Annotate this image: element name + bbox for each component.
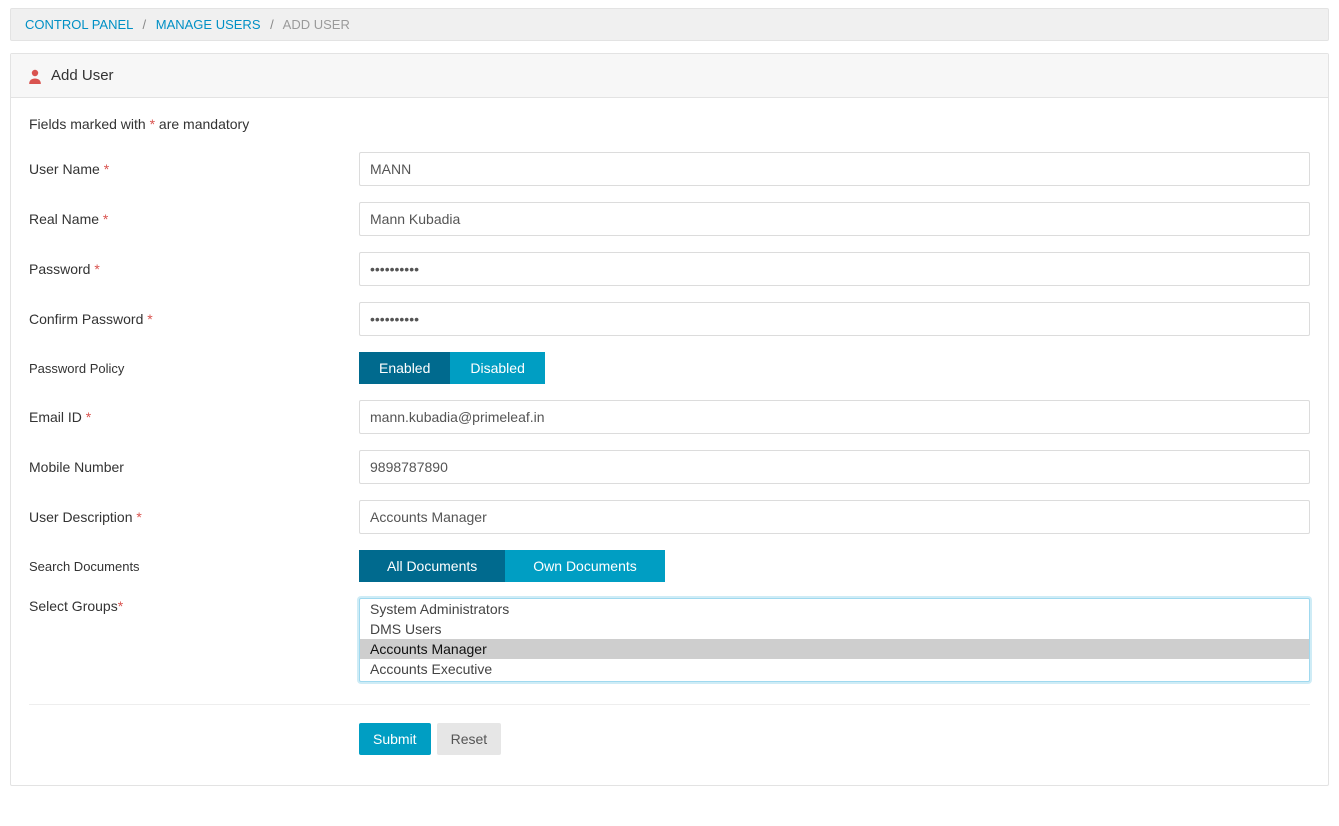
search-documents-toggle: All Documents Own Documents: [359, 550, 665, 582]
breadcrumb: CONTROL PANEL / MANAGE USERS / ADD USER: [10, 8, 1329, 41]
breadcrumb-sep: /: [137, 17, 153, 32]
group-option-dms-users[interactable]: DMS Users: [360, 619, 1309, 639]
label-search-documents: Search Documents: [29, 559, 359, 574]
label-user-name: User Name *: [29, 161, 359, 177]
label-mobile-number: Mobile Number: [29, 459, 359, 475]
submit-button[interactable]: Submit: [359, 723, 431, 755]
panel-title: Add User: [51, 67, 114, 84]
breadcrumb-current: ADD USER: [283, 17, 350, 32]
label-password-policy: Password Policy: [29, 361, 359, 376]
divider: [29, 704, 1310, 705]
group-option-accounts-executive[interactable]: Accounts Executive: [360, 659, 1309, 679]
password-policy-toggle: Enabled Disabled: [359, 352, 545, 384]
search-documents-own[interactable]: Own Documents: [505, 550, 664, 582]
user-icon: [27, 68, 43, 84]
mobile-number-input[interactable]: [359, 450, 1310, 484]
real-name-input[interactable]: [359, 202, 1310, 236]
group-option-accounts-manager[interactable]: Accounts Manager: [360, 639, 1309, 659]
mandatory-note: Fields marked with * are mandatory: [29, 116, 1310, 132]
label-email-id: Email ID *: [29, 409, 359, 425]
panel-header: Add User: [11, 54, 1328, 98]
confirm-password-input[interactable]: [359, 302, 1310, 336]
breadcrumb-sep: /: [264, 17, 280, 32]
password-input[interactable]: [359, 252, 1310, 286]
breadcrumb-control-panel[interactable]: CONTROL PANEL: [25, 17, 133, 32]
password-policy-enabled[interactable]: Enabled: [359, 352, 450, 384]
user-name-input[interactable]: [359, 152, 1310, 186]
email-id-input[interactable]: [359, 400, 1310, 434]
label-password: Password *: [29, 261, 359, 277]
group-option-system-administrators[interactable]: System Administrators: [360, 599, 1309, 619]
search-documents-all[interactable]: All Documents: [359, 550, 505, 582]
label-confirm-password: Confirm Password *: [29, 311, 359, 327]
label-select-groups: Select Groups*: [29, 598, 359, 614]
select-groups-input[interactable]: System Administrators DMS Users Accounts…: [359, 598, 1310, 682]
add-user-panel: Add User Fields marked with * are mandat…: [10, 53, 1329, 786]
label-real-name: Real Name *: [29, 211, 359, 227]
breadcrumb-manage-users[interactable]: MANAGE USERS: [156, 17, 261, 32]
user-description-input[interactable]: [359, 500, 1310, 534]
reset-button[interactable]: Reset: [437, 723, 502, 755]
password-policy-disabled[interactable]: Disabled: [450, 352, 544, 384]
label-user-description: User Description *: [29, 509, 359, 525]
